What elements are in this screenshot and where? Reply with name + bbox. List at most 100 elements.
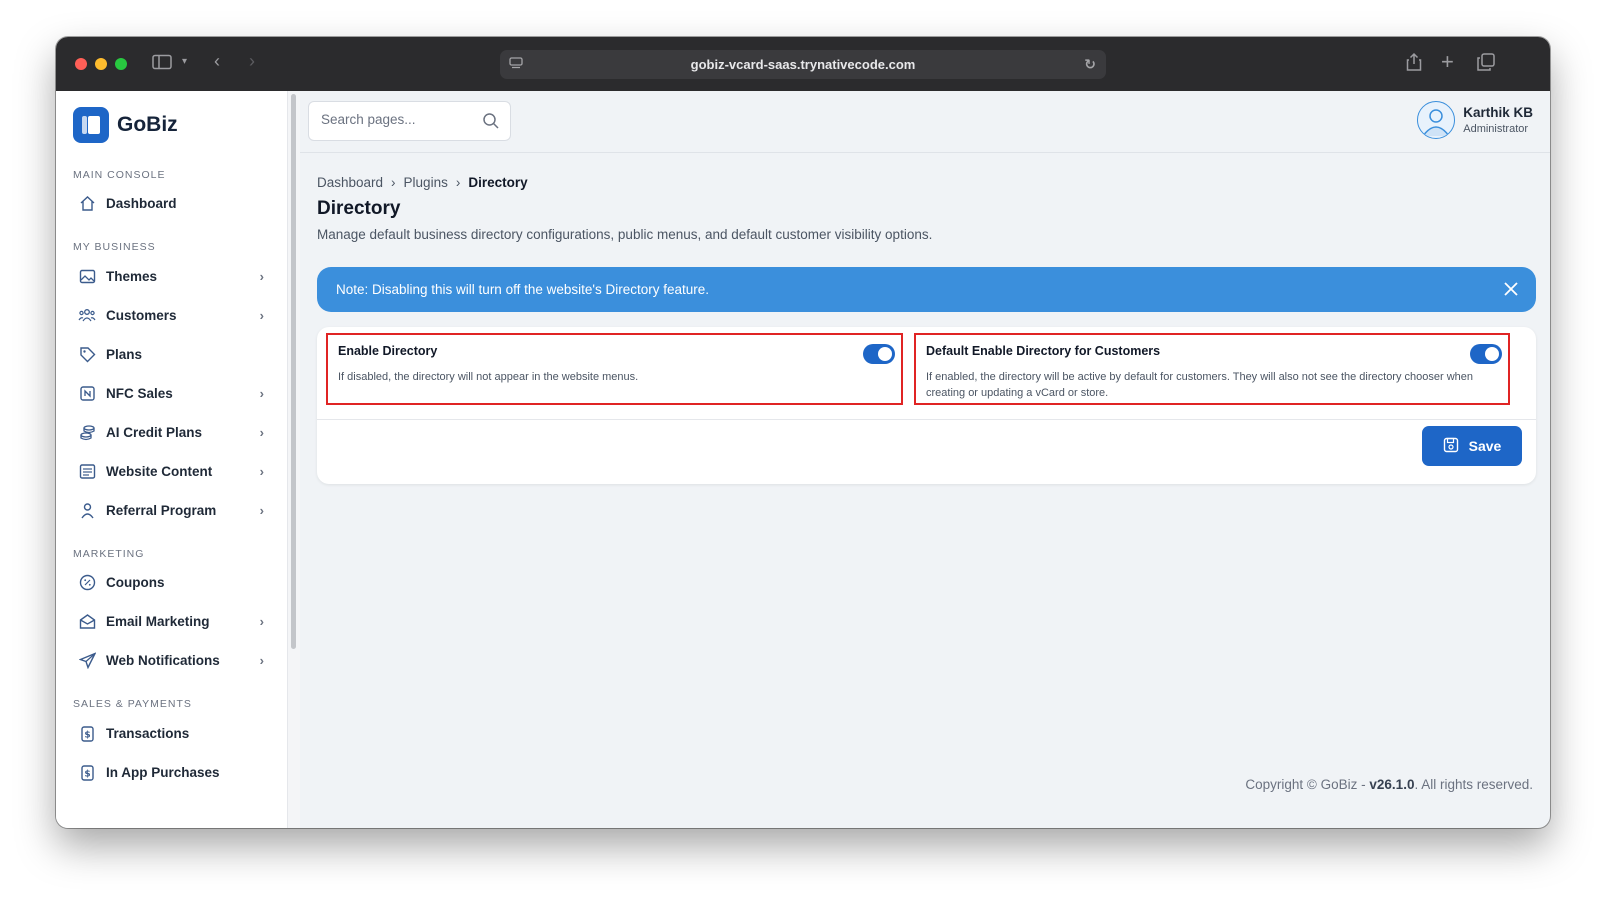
scrollbar-thumb[interactable] <box>291 94 296 649</box>
sidebar-item-dashboard[interactable]: Dashboard <box>78 189 264 217</box>
sidebar-item-referral-program[interactable]: Referral Program › <box>78 496 264 524</box>
browser-window: ▾ ‹ › gobiz-vcard-saas.trynativecode.com… <box>56 37 1550 828</box>
user-info: Karthik KB Administrator <box>1463 105 1533 135</box>
chevron-down-icon[interactable]: ▾ <box>182 56 187 67</box>
sidebar-item-email-marketing[interactable]: Email Marketing › <box>78 607 264 635</box>
chevron-right-icon: › <box>259 613 264 629</box>
home-icon <box>78 194 96 212</box>
breadcrumb-link-dashboard[interactable]: Dashboard <box>317 175 383 190</box>
breadcrumb-separator: › <box>391 175 396 190</box>
brand-logo[interactable]: GoBiz <box>73 107 178 143</box>
sidebar-item-plans[interactable]: Plans <box>78 340 264 368</box>
setting-description: If enabled, the directory will be active… <box>926 371 1474 399</box>
chevron-right-icon: › <box>259 268 264 284</box>
section-label-main-console: MAIN CONSOLE <box>73 169 166 181</box>
sidebar-item-coupons[interactable]: Coupons <box>78 568 264 596</box>
info-alert: Note: Disabling this will turn off the w… <box>317 267 1536 312</box>
search-box[interactable] <box>308 101 511 141</box>
window-controls <box>75 58 127 70</box>
sidebar-item-label: Dashboard <box>106 195 177 211</box>
default-enable-directory-toggle[interactable] <box>1470 344 1502 364</box>
forward-arrow-icon[interactable]: › <box>249 51 255 72</box>
search-input[interactable] <box>321 112 471 127</box>
logo-icon <box>73 107 109 143</box>
settings-card: Enable Directory If disabled, the direct… <box>317 327 1536 484</box>
maximize-window-button[interactable] <box>115 58 127 70</box>
document-icon <box>78 462 96 480</box>
coins-icon <box>78 423 96 441</box>
receipt-icon: $ <box>78 724 96 742</box>
svg-text:$: $ <box>84 769 90 779</box>
user-menu[interactable]: Karthik KB Administrator <box>1417 101 1533 139</box>
footer-version: v26.1.0 <box>1369 777 1415 792</box>
setting-title: Enable Directory <box>338 344 438 358</box>
site-settings-icon[interactable] <box>509 57 523 72</box>
close-window-button[interactable] <box>75 58 87 70</box>
search-icon[interactable] <box>482 112 500 135</box>
sidebar-item-themes[interactable]: Themes › <box>78 262 264 290</box>
chevron-right-icon: › <box>259 652 264 668</box>
sidebar-item-transactions[interactable]: $ Transactions <box>78 719 264 747</box>
sidebar: GoBiz MAIN CONSOLE Dashboard MY BUSINESS… <box>56 91 288 828</box>
chevron-right-icon: › <box>259 463 264 479</box>
sidebar-item-ai-credit-plans[interactable]: AI Credit Plans › <box>78 418 264 446</box>
sidebar-item-label: Themes <box>106 268 158 284</box>
receipt-icon: $ <box>78 763 96 781</box>
sidebar-item-label: Customers <box>106 307 177 323</box>
sidebar-item-label: In App Purchases <box>106 764 220 780</box>
breadcrumb: Dashboard › Plugins › Directory <box>317 175 528 190</box>
sidebar-item-in-app-purchases[interactable]: $ In App Purchases <box>78 758 264 786</box>
tag-icon <box>78 345 96 363</box>
avatar <box>1417 101 1456 139</box>
top-header: Karthik KB Administrator <box>300 91 1550 153</box>
share-icon[interactable] <box>1406 52 1422 77</box>
save-button[interactable]: Save <box>1422 426 1522 466</box>
sidebar-item-label: Transactions <box>106 725 190 741</box>
enable-directory-toggle[interactable] <box>863 344 895 364</box>
footer-prefix: Copyright © GoBiz - <box>1245 777 1370 792</box>
nfc-icon <box>78 384 96 402</box>
alert-text: Note: Disabling this will turn off the w… <box>336 282 709 297</box>
sidebar-item-web-notifications[interactable]: Web Notifications › <box>78 646 264 674</box>
main-content: Dashboard › Plugins › Directory Director… <box>300 153 1550 828</box>
sidebar-item-label: Email Marketing <box>106 613 210 629</box>
breadcrumb-link-plugins[interactable]: Plugins <box>404 175 448 190</box>
sidebar-item-customers[interactable]: Customers › <box>78 301 264 329</box>
section-label-marketing: MARKETING <box>73 548 145 560</box>
back-arrow-icon[interactable]: ‹ <box>214 51 220 72</box>
chevron-right-icon: › <box>259 385 264 401</box>
sidebar-item-label: Web Notifications <box>106 652 220 668</box>
send-icon <box>78 651 96 669</box>
setting-title: Default Enable Directory for Customers <box>926 344 1161 358</box>
sidebar-item-label: Coupons <box>106 574 165 590</box>
address-bar[interactable]: gobiz-vcard-saas.trynativecode.com ↻ <box>500 50 1106 79</box>
sidebar-toggle-icon[interactable] <box>152 54 172 75</box>
page-title: Directory <box>317 198 401 219</box>
page-description: Manage default business directory config… <box>317 227 933 242</box>
sidebar-item-label: Website Content <box>106 463 213 479</box>
sidebar-item-nfc-sales[interactable]: NFC Sales › <box>78 379 264 407</box>
breadcrumb-current: Directory <box>468 175 528 190</box>
save-icon <box>1443 437 1459 456</box>
setting-enable-directory: Enable Directory If disabled, the direct… <box>326 333 903 405</box>
tab-overview-icon[interactable] <box>1477 53 1495 76</box>
sidebar-item-label: AI Credit Plans <box>106 424 203 440</box>
sidebar-scrollbar[interactable] <box>288 91 300 828</box>
reload-icon[interactable]: ↻ <box>1084 56 1096 73</box>
mail-icon <box>78 612 96 630</box>
minimize-window-button[interactable] <box>95 58 107 70</box>
section-label-my-business: MY BUSINESS <box>73 241 156 253</box>
browser-titlebar: ▾ ‹ › gobiz-vcard-saas.trynativecode.com… <box>56 37 1550 91</box>
footer-suffix: . All rights reserved. <box>1414 777 1533 792</box>
percent-icon <box>78 573 96 591</box>
sidebar-item-label: Referral Program <box>106 502 217 518</box>
setting-default-enable-directory: Default Enable Directory for Customers I… <box>914 333 1510 405</box>
sidebar-item-website-content[interactable]: Website Content › <box>78 457 264 485</box>
new-tab-icon[interactable]: + <box>1441 49 1454 75</box>
toggle-knob <box>878 347 892 361</box>
close-icon[interactable] <box>1502 280 1520 301</box>
brand-name: GoBiz <box>117 113 178 136</box>
footer: Copyright © GoBiz - v26.1.0. All rights … <box>1245 777 1533 792</box>
card-divider <box>317 419 1536 420</box>
save-button-label: Save <box>1468 438 1502 454</box>
